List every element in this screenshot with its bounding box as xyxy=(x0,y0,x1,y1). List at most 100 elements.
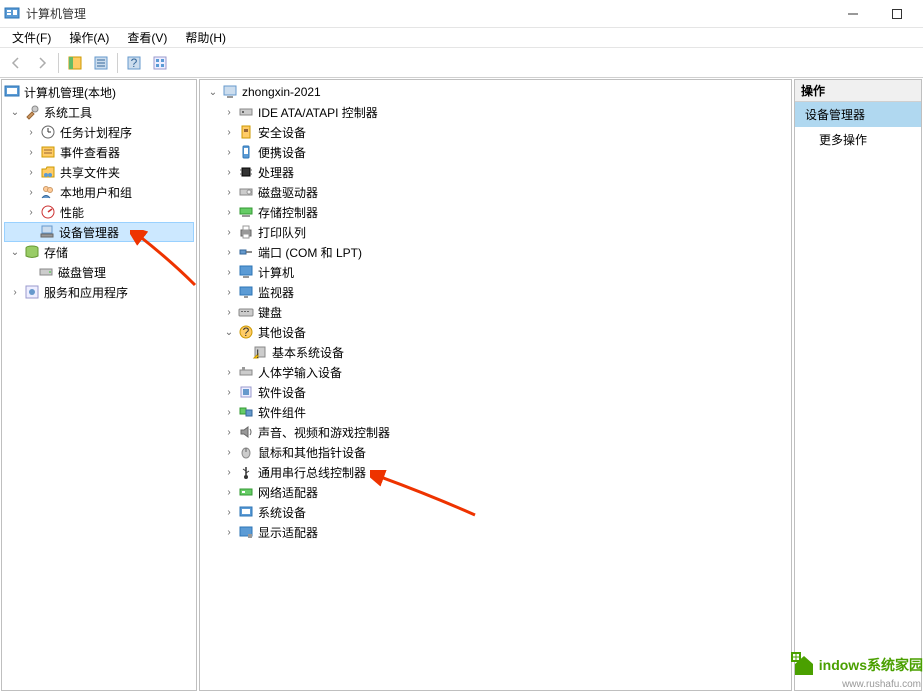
device-storage-controllers[interactable]: › 存储控制器 xyxy=(202,202,789,222)
device-disk-drives[interactable]: ›磁盘驱动器 xyxy=(202,182,789,202)
tree-root-computer-management[interactable]: 计算机管理(本地) xyxy=(4,82,194,102)
device-network[interactable]: ›网络适配器 xyxy=(202,482,789,502)
properties-button[interactable] xyxy=(89,51,113,75)
titlebar: 计算机管理 xyxy=(0,0,923,28)
device-manager-icon xyxy=(39,224,55,240)
expand-icon[interactable]: › xyxy=(222,385,236,399)
device-software-devices[interactable]: ›软件设备 xyxy=(202,382,789,402)
svg-text:?: ? xyxy=(131,56,138,70)
device-software-components[interactable]: ›软件组件 xyxy=(202,402,789,422)
actions-category[interactable]: 设备管理器 xyxy=(795,102,921,127)
tree-system-tools[interactable]: ⌄ 系统工具 xyxy=(4,102,194,122)
tree-local-users[interactable]: › 本地用户和组 xyxy=(4,182,194,202)
expand-icon[interactable]: › xyxy=(24,205,38,219)
collapse-icon[interactable]: ⌄ xyxy=(8,245,22,259)
expand-icon[interactable]: › xyxy=(222,245,236,259)
actions-more[interactable]: 更多操作 xyxy=(795,127,921,152)
expand-icon[interactable]: › xyxy=(222,145,236,159)
device-mice[interactable]: ›鼠标和其他指针设备 xyxy=(202,442,789,462)
tree-task-scheduler[interactable]: › 任务计划程序 xyxy=(4,122,194,142)
tree-label: 人体学输入设备 xyxy=(258,364,342,381)
device-usb[interactable]: ›通用串行总线控制器 xyxy=(202,462,789,482)
tree-services-apps[interactable]: › 服务和应用程序 xyxy=(4,282,194,302)
expand-icon[interactable]: › xyxy=(222,165,236,179)
tree-label: 其他设备 xyxy=(258,324,306,341)
expand-icon[interactable]: › xyxy=(222,445,236,459)
device-hid[interactable]: › 人体学输入设备 xyxy=(202,362,789,382)
expand-icon[interactable]: › xyxy=(24,165,38,179)
menu-help[interactable]: 帮助(H) xyxy=(177,27,234,48)
expand-icon[interactable]: › xyxy=(222,265,236,279)
collapse-icon[interactable]: ⌄ xyxy=(222,325,236,339)
device-display-adapters[interactable]: ›显示适配器 xyxy=(202,522,789,542)
tree-event-viewer[interactable]: › 事件查看器 xyxy=(4,142,194,162)
menu-file[interactable]: 文件(F) xyxy=(4,27,59,48)
device-root[interactable]: ⌄ zhongxin-2021 xyxy=(202,82,789,102)
tree-label: 基本系统设备 xyxy=(272,344,344,361)
expand-icon[interactable]: › xyxy=(222,105,236,119)
device-print-queues[interactable]: ›打印队列 xyxy=(202,222,789,242)
menubar: 文件(F) 操作(A) 查看(V) 帮助(H) xyxy=(0,28,923,48)
menu-view[interactable]: 查看(V) xyxy=(119,27,175,48)
tree-disk-management[interactable]: 磁盘管理 xyxy=(4,262,194,282)
expand-icon[interactable]: › xyxy=(222,365,236,379)
tree-device-manager[interactable]: 设备管理器 xyxy=(4,222,194,242)
tree-performance[interactable]: › 性能 xyxy=(4,202,194,222)
monitor-icon xyxy=(238,284,254,300)
collapse-icon[interactable]: ⌄ xyxy=(206,85,220,99)
expand-icon[interactable]: › xyxy=(222,405,236,419)
clock-icon xyxy=(40,124,56,140)
tree-label: 任务计划程序 xyxy=(60,124,132,141)
sound-icon xyxy=(238,424,254,440)
actions-pane: 操作 设备管理器 更多操作 xyxy=(794,79,922,691)
tree-label: 键盘 xyxy=(258,304,282,321)
tree-shared-folders[interactable]: › 共享文件夹 xyxy=(4,162,194,182)
expand-icon[interactable]: › xyxy=(222,425,236,439)
device-security[interactable]: ›安全设备 xyxy=(202,122,789,142)
menu-action[interactable]: 操作(A) xyxy=(61,27,117,48)
expand-icon[interactable]: › xyxy=(222,505,236,519)
device-tree[interactable]: ⌄ zhongxin-2021 › IDE ATA/ATAPI 控制器 ›安全设备… xyxy=(200,80,791,544)
device-system-devices[interactable]: ›系统设备 xyxy=(202,502,789,522)
device-monitors[interactable]: ›监视器 xyxy=(202,282,789,302)
device-sound[interactable]: ›声音、视频和游戏控制器 xyxy=(202,422,789,442)
forward-button[interactable] xyxy=(30,51,54,75)
toolbar-separator xyxy=(117,53,118,73)
nav-tree[interactable]: 计算机管理(本地) ⌄ 系统工具 › 任务计划程序 › 事件查看器 xyxy=(2,80,196,304)
collapse-icon[interactable]: ⌄ xyxy=(8,105,22,119)
maximize-button[interactable] xyxy=(875,0,919,28)
help-button[interactable]: ? xyxy=(122,51,146,75)
expand-icon[interactable]: › xyxy=(222,285,236,299)
watermark-text: indows系统家园 xyxy=(819,655,923,675)
expand-icon[interactable]: › xyxy=(24,145,38,159)
performance-icon xyxy=(40,204,56,220)
device-keyboards[interactable]: › 键盘 xyxy=(202,302,789,322)
device-portable[interactable]: ›便携设备 xyxy=(202,142,789,162)
expand-icon[interactable]: › xyxy=(222,465,236,479)
expand-icon[interactable]: › xyxy=(222,485,236,499)
device-processors[interactable]: ›处理器 xyxy=(202,162,789,182)
expand-icon[interactable]: › xyxy=(222,125,236,139)
refresh-button[interactable] xyxy=(148,51,172,75)
expand-icon[interactable]: › xyxy=(24,125,38,139)
device-ports[interactable]: ›端口 (COM 和 LPT) xyxy=(202,242,789,262)
processor-icon xyxy=(238,164,254,180)
device-ide[interactable]: › IDE ATA/ATAPI 控制器 xyxy=(202,102,789,122)
expand-icon[interactable]: › xyxy=(222,185,236,199)
tree-label: 计算机 xyxy=(258,264,294,281)
back-button[interactable] xyxy=(4,51,28,75)
device-computer[interactable]: › 计算机 xyxy=(202,262,789,282)
show-hide-tree-button[interactable] xyxy=(63,51,87,75)
tree-storage[interactable]: ⌄ 存储 xyxy=(4,242,194,262)
expand-icon[interactable]: › xyxy=(222,205,236,219)
expand-icon[interactable]: › xyxy=(8,285,22,299)
expand-icon[interactable]: › xyxy=(222,525,236,539)
device-other[interactable]: ⌄?其他设备 xyxy=(202,322,789,342)
expand-icon[interactable]: › xyxy=(222,225,236,239)
tree-label: 存储控制器 xyxy=(258,204,318,221)
expand-icon[interactable]: › xyxy=(24,185,38,199)
minimize-button[interactable] xyxy=(831,0,875,28)
expand-icon[interactable]: › xyxy=(222,305,236,319)
tree-label: IDE ATA/ATAPI 控制器 xyxy=(258,104,378,121)
device-other-base-system[interactable]: !基本系统设备 xyxy=(202,342,789,362)
